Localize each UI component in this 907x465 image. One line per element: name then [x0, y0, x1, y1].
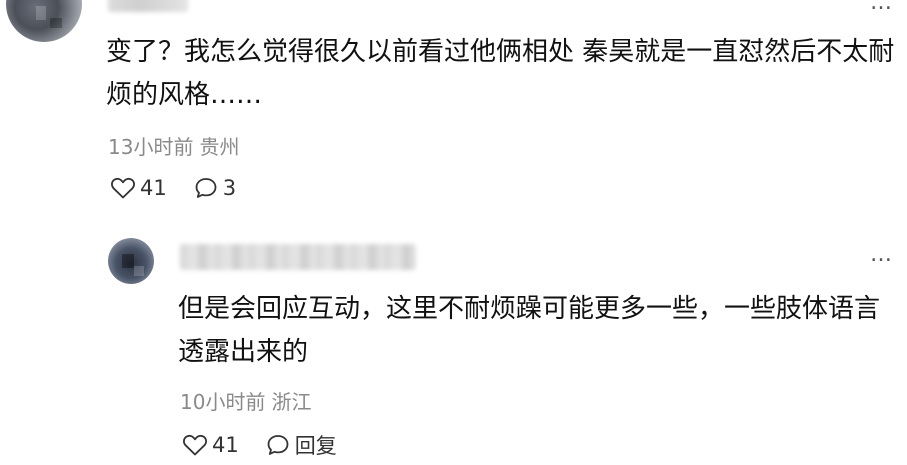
- avatar-pixel: [50, 18, 62, 28]
- more-options-icon[interactable]: …: [870, 0, 893, 14]
- replier-username-blurred[interactable]: [180, 244, 416, 270]
- heart-outline-icon: [111, 177, 135, 199]
- reply-text: 但是会回应互动，这里不耐烦躁可能更多一些，一些肢体语言透露出来的: [178, 294, 881, 367]
- comment-location: 贵州: [199, 135, 240, 159]
- avatar-pixel: [122, 254, 134, 268]
- like-count: 41: [140, 176, 167, 200]
- comment-actions: 41 3: [110, 176, 262, 200]
- more-options-icon[interactable]: …: [870, 244, 893, 266]
- reply-label: 回复: [294, 434, 337, 458]
- comment-meta: 13小时前 贵州: [108, 131, 239, 160]
- like-count: 41: [212, 433, 239, 457]
- reply-time: 10小时前: [180, 390, 266, 414]
- commenter-username-blurred[interactable]: [108, 0, 188, 12]
- replier-avatar[interactable]: [108, 238, 154, 284]
- reply-actions: 41 回复: [182, 430, 363, 460]
- avatar-pixel: [36, 6, 46, 20]
- commenter-avatar[interactable]: [6, 0, 82, 42]
- heart-outline-icon: [183, 434, 207, 456]
- reply-button[interactable]: 回复: [265, 430, 337, 460]
- reply-meta: 10小时前 浙江: [180, 386, 311, 415]
- comment-thread: … 变了？我怎么觉得很久以前看过他俩相处 秦昊就是一直怼然后不太耐烦的风格…… …: [0, 0, 907, 465]
- like-button[interactable]: 41: [182, 433, 239, 457]
- reply-count: 3: [222, 176, 237, 200]
- like-button[interactable]: 41: [110, 176, 167, 200]
- reply-count-button[interactable]: 3: [193, 176, 236, 200]
- speech-bubble-icon: [267, 435, 289, 455]
- reply-location: 浙江: [271, 390, 312, 414]
- comment-time: 13小时前: [108, 135, 194, 159]
- comment-text: 变了？我怎么觉得很久以前看过他俩相处 秦昊就是一直怼然后不太耐烦的风格……: [106, 37, 895, 110]
- speech-bubble-icon: [195, 178, 217, 198]
- avatar-pixel: [134, 266, 144, 276]
